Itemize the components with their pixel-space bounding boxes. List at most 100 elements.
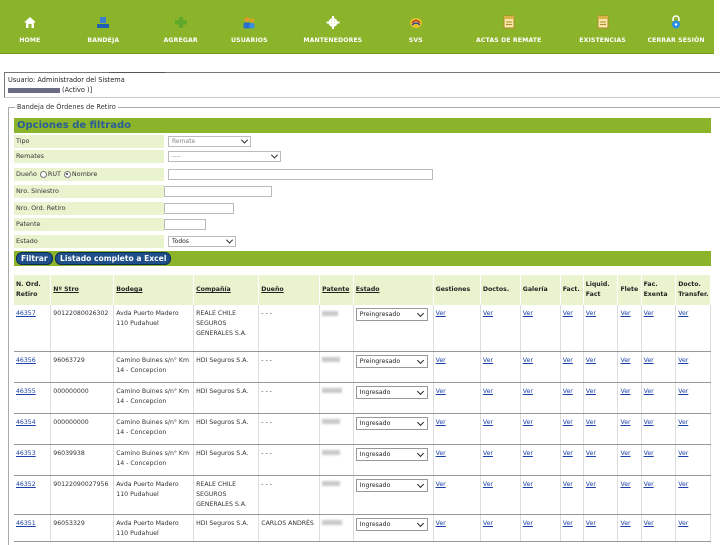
nombre-radio[interactable] <box>63 170 71 178</box>
gestiones-link[interactable]: Ver <box>436 357 446 364</box>
liquid-link[interactable]: Ver <box>586 388 596 395</box>
fact-link[interactable]: Ver <box>563 481 573 488</box>
flete-link[interactable]: Ver <box>620 388 630 395</box>
galeria-link[interactable]: Ver <box>523 419 533 426</box>
galeria-link[interactable]: Ver <box>523 357 533 364</box>
doctotransfer-link[interactable]: Ver <box>678 419 688 426</box>
fact-link[interactable]: Ver <box>563 450 573 457</box>
gestiones-link[interactable]: Ver <box>436 450 446 457</box>
liquid-link[interactable]: Ver <box>586 419 596 426</box>
facexenta-link[interactable]: Ver <box>644 419 654 426</box>
col-dueno[interactable]: Dueño <box>258 275 321 305</box>
col-nord[interactable]: N. Ord. Retiro <box>14 275 52 305</box>
cell-gestiones: Ver <box>433 514 481 542</box>
col-bodega[interactable]: Bodega <box>113 275 195 305</box>
facexenta-link[interactable]: Ver <box>644 450 654 457</box>
col-compania[interactable]: Compañía <box>193 275 260 305</box>
doctos-link[interactable]: Ver <box>483 520 493 527</box>
doctotransfer-link[interactable]: Ver <box>678 520 688 527</box>
doctos-link[interactable]: Ver <box>483 450 493 457</box>
siniestro-number: 96053329 <box>53 519 85 527</box>
galeria-link[interactable]: Ver <box>523 450 533 457</box>
facexenta-link[interactable]: Ver <box>644 357 654 364</box>
estado-row-select[interactable]: Ingresado <box>355 517 428 531</box>
nav-item-actas-de-remate[interactable]: ACTAS DE REMATE <box>450 0 567 53</box>
col-estado[interactable]: Estado <box>353 275 434 305</box>
liquid-link[interactable]: Ver <box>586 520 596 527</box>
export-excel-button[interactable]: Listado completo a Excel <box>55 252 172 265</box>
patente-input[interactable] <box>164 219 206 230</box>
remates-select[interactable]: ---- <box>168 151 281 162</box>
estado-select[interactable]: Todos <box>168 236 236 247</box>
cell-nord: 46355 <box>14 382 52 414</box>
nav-item-usuarios[interactable]: USUARIOS <box>214 0 284 53</box>
order-link[interactable]: 46353 <box>16 450 36 457</box>
order-link[interactable]: 46351 <box>16 520 36 527</box>
order-link[interactable]: 46357 <box>16 310 36 317</box>
flete-link[interactable]: Ver <box>620 520 630 527</box>
flete-link[interactable]: Ver <box>620 419 630 426</box>
estado-row-select[interactable]: Preingresado <box>355 354 428 368</box>
nav-item-svs[interactable]: SVS <box>381 0 450 53</box>
gestiones-link[interactable]: Ver <box>436 481 446 488</box>
doctos-link[interactable]: Ver <box>483 419 493 426</box>
nav-item-bandeja[interactable]: BANDEJA <box>60 0 147 53</box>
galeria-link[interactable]: Ver <box>523 310 533 317</box>
doctotransfer-link[interactable]: Ver <box>678 450 688 457</box>
flete-link[interactable]: Ver <box>620 481 630 488</box>
doctotransfer-link[interactable]: Ver <box>678 388 688 395</box>
col-nstro[interactable]: Nº Stro <box>50 275 115 305</box>
estado-row-select[interactable]: Ingresado <box>355 416 428 430</box>
nav-item-mantenedores[interactable]: MANTENEDORES <box>284 0 381 53</box>
liquid-link[interactable]: Ver <box>586 481 596 488</box>
gestiones-link[interactable]: Ver <box>436 388 446 395</box>
nav-item-existencias[interactable]: EXISTENCIAS <box>567 0 638 53</box>
tipo-select[interactable]: Remate <box>168 136 251 147</box>
doctos-link[interactable]: Ver <box>483 357 493 364</box>
fact-link[interactable]: Ver <box>563 357 573 364</box>
doctotransfer-link[interactable]: Ver <box>678 481 688 488</box>
flete-link[interactable]: Ver <box>620 450 630 457</box>
nav-item-agregar[interactable]: AGREGAR <box>147 0 214 53</box>
fact-link[interactable]: Ver <box>563 419 573 426</box>
liquid-link[interactable]: Ver <box>586 310 596 317</box>
liquid-link[interactable]: Ver <box>586 450 596 457</box>
filter-button[interactable]: Filtrar <box>16 252 53 265</box>
estado-row-select[interactable]: Ingresado <box>355 478 428 492</box>
fact-link[interactable]: Ver <box>563 520 573 527</box>
doctos-link[interactable]: Ver <box>483 481 493 488</box>
doctotransfer-link[interactable]: Ver <box>678 310 688 317</box>
gestiones-link[interactable]: Ver <box>436 419 446 426</box>
fact-link[interactable]: Ver <box>563 310 573 317</box>
flete-link[interactable]: Ver <box>620 357 630 364</box>
nav-item-home[interactable]: HOME <box>0 0 60 53</box>
order-link[interactable]: 46355 <box>16 388 36 395</box>
rut-radio[interactable] <box>39 170 47 178</box>
siniestro-input[interactable] <box>164 186 272 197</box>
order-link[interactable]: 46352 <box>16 481 36 488</box>
facexenta-link[interactable]: Ver <box>644 520 654 527</box>
estado-row-select[interactable]: Preingresado <box>355 308 428 321</box>
gestiones-link[interactable]: Ver <box>436 310 446 317</box>
facexenta-link[interactable]: Ver <box>644 388 654 395</box>
flete-link[interactable]: Ver <box>620 310 630 317</box>
fact-link[interactable]: Ver <box>563 388 573 395</box>
liquid-link[interactable]: Ver <box>586 357 596 364</box>
galeria-link[interactable]: Ver <box>523 520 533 527</box>
estado-row-select[interactable]: Ingresado <box>355 447 428 461</box>
doctotransfer-link[interactable]: Ver <box>678 357 688 364</box>
order-link[interactable]: 46356 <box>16 357 36 364</box>
galeria-link[interactable]: Ver <box>523 481 533 488</box>
galeria-link[interactable]: Ver <box>523 388 533 395</box>
facexenta-link[interactable]: Ver <box>644 310 654 317</box>
gestiones-link[interactable]: Ver <box>436 520 446 527</box>
facexenta-link[interactable]: Ver <box>644 481 654 488</box>
ord-retiro-input[interactable] <box>164 203 234 214</box>
dueno-input[interactable] <box>168 169 433 180</box>
order-link[interactable]: 46354 <box>16 419 36 426</box>
doctos-link[interactable]: Ver <box>483 310 493 317</box>
col-patente[interactable]: Patente <box>319 275 354 305</box>
nav-item-cerrar-sesi-n[interactable]: CERRAR SESIÓN <box>638 0 714 53</box>
estado-row-select[interactable]: Ingresado <box>355 385 428 399</box>
doctos-link[interactable]: Ver <box>483 388 493 395</box>
